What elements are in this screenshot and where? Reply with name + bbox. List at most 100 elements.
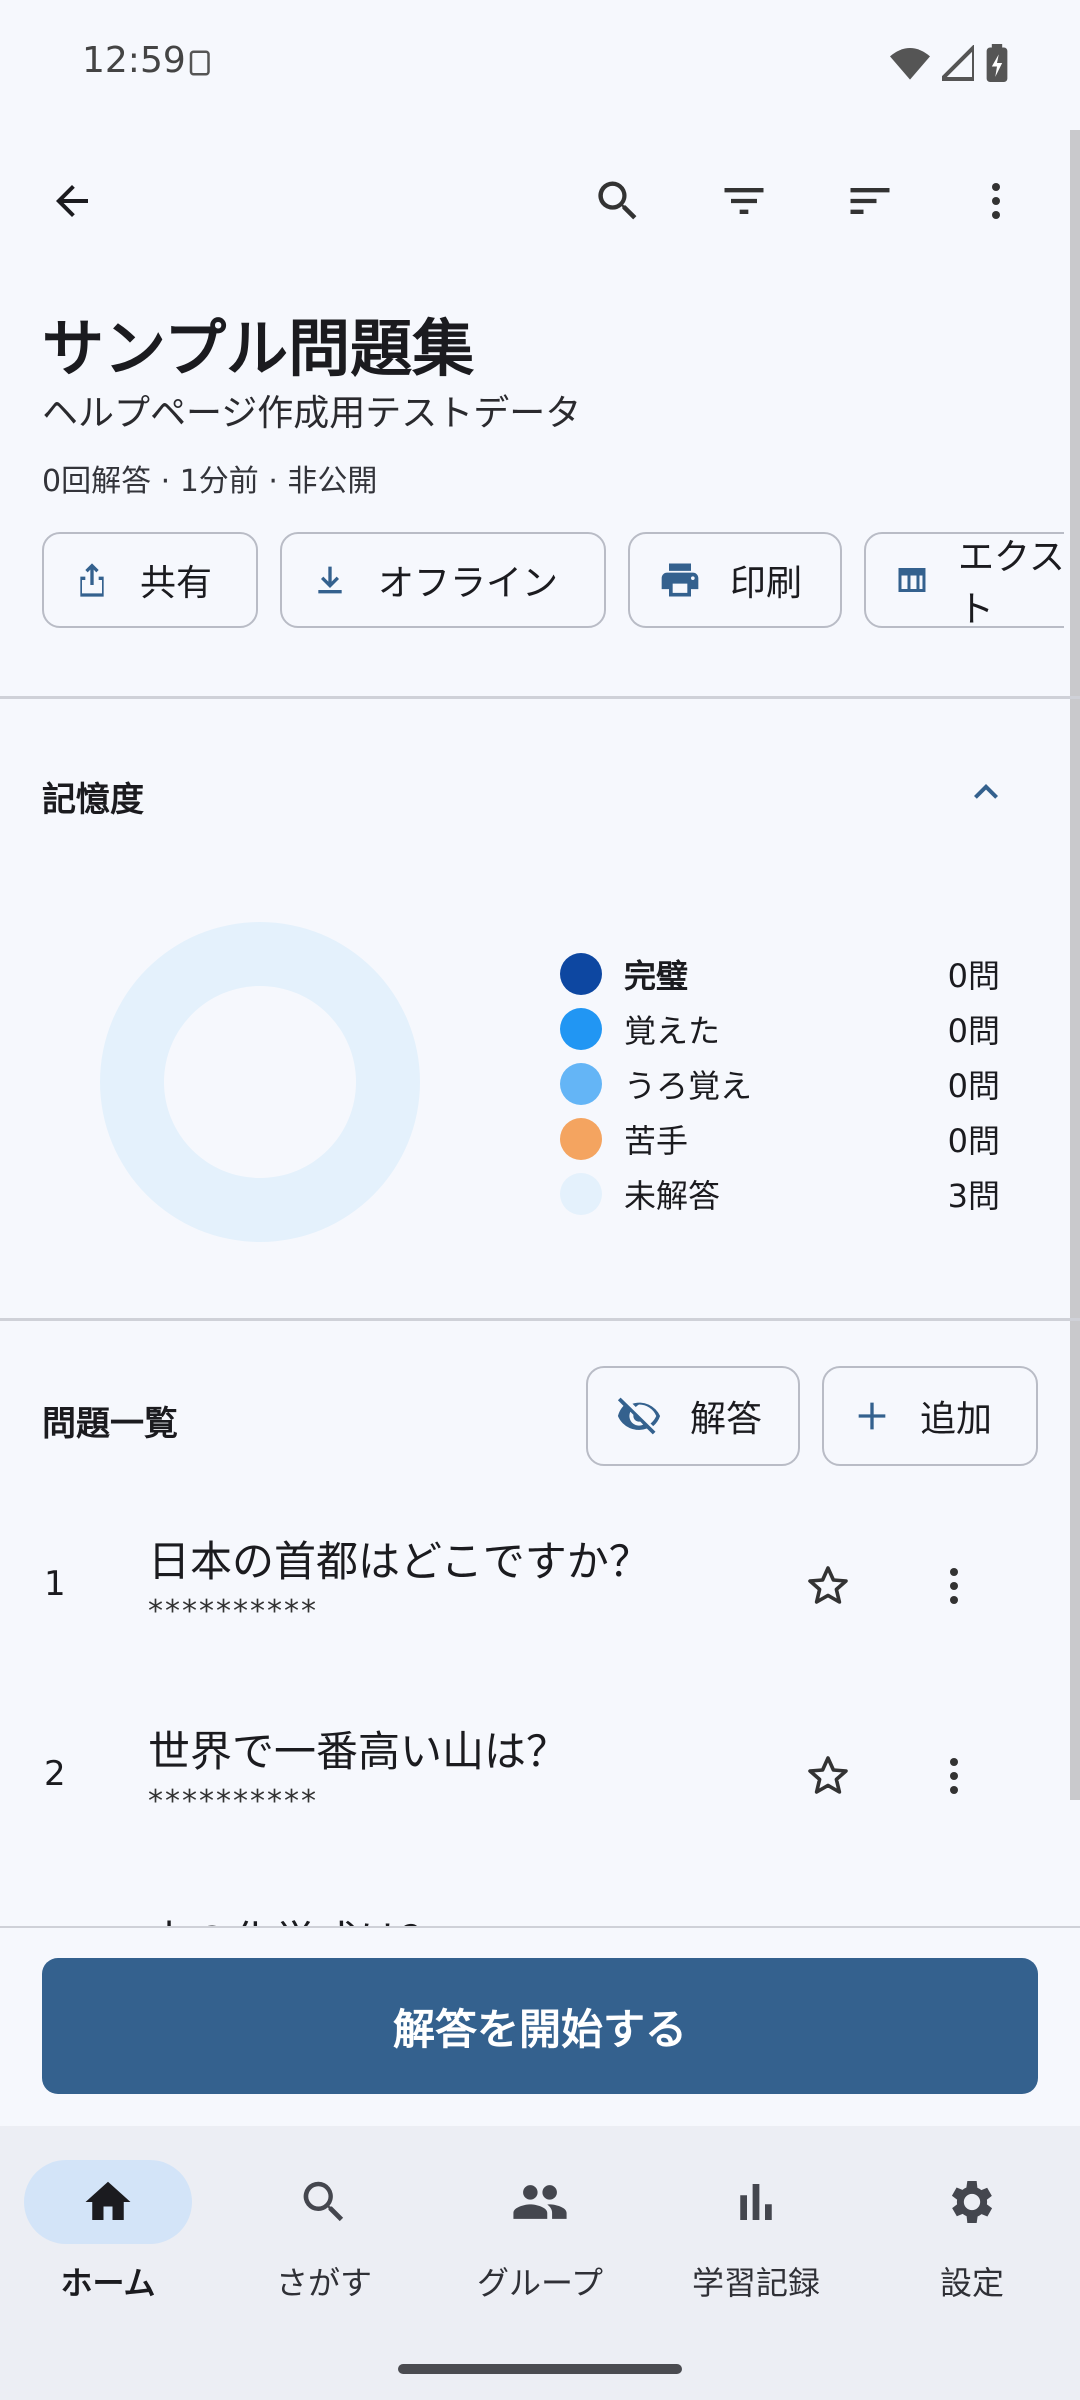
question-answer-masked: ********** — [148, 1594, 318, 1629]
arrow-back-icon — [56, 185, 88, 217]
collapse-memory-button[interactable] — [950, 756, 1022, 828]
bar-chart-icon — [740, 2184, 772, 2220]
table-icon — [898, 568, 926, 592]
sort-icon — [850, 188, 890, 214]
search-button[interactable] — [582, 165, 654, 237]
legend-count: 0問 — [947, 1122, 1000, 1160]
chevron-up-icon — [974, 784, 998, 799]
nav-icon-wrap — [672, 2160, 840, 2244]
export-label: エクスポート — [957, 537, 1064, 628]
more-vert-icon — [950, 1758, 958, 1794]
scrollbar[interactable] — [1070, 130, 1080, 1800]
favorite-button[interactable] — [792, 1740, 864, 1812]
question-text: 世界で一番高い山は？ — [148, 1727, 569, 1776]
download-icon — [318, 566, 342, 594]
filter-button[interactable] — [708, 165, 780, 237]
nav-label: 学習記録 — [691, 2264, 820, 2302]
legend-row-weak: 苦手 0問 — [560, 1111, 1000, 1167]
group-icon — [513, 2185, 567, 2219]
search-icon — [598, 181, 637, 220]
question-row[interactable]: 1 日本の首都はどこですか？ ********** — [0, 1496, 1060, 1676]
question-row[interactable]: 水の化学式は？ — [0, 1876, 1060, 1926]
filter-icon — [724, 188, 764, 214]
nav-home[interactable]: ホーム — [0, 2160, 216, 2320]
divider — [0, 1318, 1080, 1321]
search-icon — [303, 2181, 344, 2222]
memory-donut-chart — [100, 922, 420, 1242]
plus-icon — [858, 1402, 886, 1430]
print-label: 印刷 — [730, 563, 803, 604]
print-button[interactable]: 印刷 — [628, 532, 842, 628]
signal-icon — [942, 45, 974, 81]
question-menu-button[interactable] — [918, 1550, 990, 1622]
nav-label: グループ — [476, 2264, 604, 2302]
legend-row-perfect: 完璧 0問 — [560, 946, 1000, 1002]
settings-icon — [951, 2181, 993, 2223]
status-time: 12:59 — [82, 40, 186, 81]
more-vert-icon — [950, 1568, 958, 1604]
legend-dot — [560, 1063, 602, 1105]
question-number: 1 — [44, 1564, 66, 1604]
nav-history[interactable]: 学習記録 — [648, 2160, 864, 2320]
share-label: 共有 — [140, 563, 213, 604]
legend-count: 0問 — [947, 1012, 1000, 1050]
add-question-label: 追加 — [920, 1399, 993, 1440]
legend-label: 完璧 — [624, 957, 689, 995]
offline-button[interactable]: オフライン — [280, 532, 606, 628]
nav-group[interactable]: グループ — [432, 2160, 648, 2320]
legend-dot — [560, 1118, 602, 1160]
legend-label: 未解答 — [624, 1177, 721, 1215]
question-list-title: 問題一覧 — [42, 1404, 178, 1444]
question-row-clip: 水の化学式は？ — [0, 1876, 1060, 1926]
print-icon — [661, 563, 699, 597]
share-icon — [80, 563, 104, 597]
share-button[interactable]: 共有 — [42, 532, 258, 628]
back-button[interactable] — [36, 165, 108, 237]
nav-label: ホーム — [60, 2264, 156, 2302]
nav-settings[interactable]: 設定 — [864, 2160, 1080, 2320]
nav-active-indicator — [24, 2160, 192, 2244]
question-row[interactable]: 2 世界で一番高い山は？ ********** — [0, 1686, 1060, 1866]
favorite-button[interactable] — [792, 1550, 864, 1622]
question-text: 水の化学式は？ — [148, 1908, 442, 1926]
export-button[interactable]: エクスポート — [864, 532, 1064, 628]
toggle-answer-label: 解答 — [690, 1399, 763, 1440]
legend-label: うろ覚え — [624, 1067, 753, 1105]
legend-row-vague: うろ覚え 0問 — [560, 1056, 1000, 1112]
more-vert-icon — [992, 183, 1000, 219]
legend-count: 0問 — [947, 957, 1000, 995]
legend-label: 苦手 — [624, 1122, 689, 1160]
nav-icon-wrap — [456, 2160, 624, 2244]
nav-search[interactable]: さがす — [216, 2160, 432, 2320]
sort-button[interactable] — [834, 165, 906, 237]
add-question-button[interactable]: 追加 — [822, 1366, 1038, 1466]
question-answer-masked: ********** — [148, 1784, 318, 1819]
question-text: 日本の首都はどこですか？ — [148, 1537, 651, 1586]
visibility-off-icon — [617, 1397, 661, 1435]
legend-count: 3問 — [947, 1177, 1000, 1215]
nav-icon-wrap — [240, 2160, 408, 2244]
page-subtitle: ヘルプページ作成用テストデータ — [42, 393, 582, 434]
status-icons — [890, 44, 1008, 82]
legend-dot — [560, 1173, 602, 1215]
nav-label: 設定 — [939, 2264, 1004, 2302]
start-answer-button[interactable]: 解答を開始する — [42, 1958, 1038, 2094]
offline-label: オフライン — [378, 563, 559, 604]
legend-count: 0問 — [947, 1067, 1000, 1105]
more-menu-button[interactable] — [960, 165, 1032, 237]
star-outline-icon — [808, 1566, 848, 1604]
nav-icon-wrap — [888, 2160, 1056, 2244]
star-outline-icon — [808, 1756, 848, 1794]
sim-icon — [189, 50, 210, 76]
toggle-answer-button[interactable]: 解答 — [586, 1366, 800, 1466]
gesture-home-indicator[interactable] — [398, 2364, 682, 2374]
question-menu-button[interactable] — [918, 1740, 990, 1812]
battery-icon — [986, 44, 1008, 82]
question-number: 2 — [44, 1754, 66, 1794]
legend-dot — [560, 1008, 602, 1050]
legend-dot — [560, 953, 602, 995]
legend-row-learned: 覚えた 0問 — [560, 1001, 1000, 1057]
page-title: サンプル問題集 — [42, 312, 475, 385]
export-button-clip: エクスポート — [864, 532, 1064, 628]
legend-row-unanswered: 未解答 3問 — [560, 1166, 1000, 1222]
